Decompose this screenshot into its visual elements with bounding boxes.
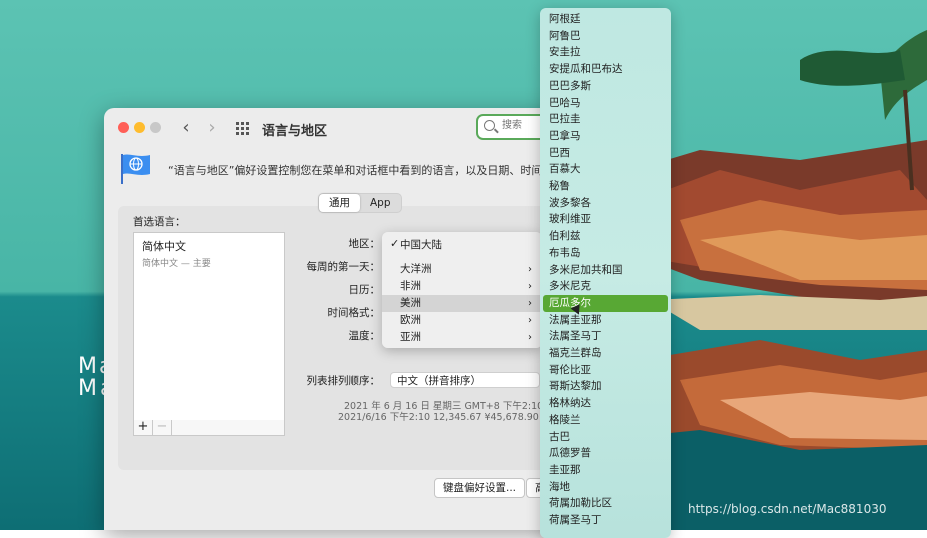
preferred-languages-label: 首选语言： — [133, 216, 186, 228]
temperature-label: 温度： — [348, 330, 381, 342]
menu-item[interactable]: 伯利兹 — [543, 228, 668, 245]
menu-item[interactable]: 荷属加勒比区 — [543, 495, 668, 512]
chevron-right-icon: › — [528, 298, 532, 309]
menu-item[interactable]: 百慕大 — [543, 161, 668, 178]
tab-bar: 通用 App — [318, 193, 402, 213]
back-chevron-icon[interactable]: ‹ — [176, 117, 196, 138]
first-day-label: 每周的第一天： — [306, 261, 381, 273]
menu-item-africa[interactable]: 非洲 › — [382, 278, 542, 295]
menu-item[interactable]: 格陵兰 — [543, 412, 668, 429]
menu-item-americas[interactable]: 美洲 › — [382, 295, 542, 312]
preferred-languages-list[interactable]: 简体中文 简体中文 — 主要 — [133, 232, 285, 422]
time-format-label: 时间格式： — [327, 307, 381, 319]
region-label: 地区： — [348, 238, 381, 250]
menu-item-oceania[interactable]: 大洋洲 › — [382, 261, 542, 278]
tab-general[interactable]: 通用 — [319, 194, 360, 212]
menu-item[interactable]: 巴拿马 — [543, 128, 668, 145]
menu-item[interactable]: 秘鲁 — [543, 178, 668, 195]
menu-item[interactable]: 海地 — [543, 479, 668, 496]
menu-item[interactable]: 古巴 — [543, 429, 668, 446]
csdn-watermark-url: https://blog.csdn.net/Mac881030 — [688, 502, 887, 516]
menu-item[interactable]: 巴西 — [543, 145, 668, 162]
show-all-grid-icon[interactable] — [236, 122, 249, 135]
minimize-button[interactable] — [134, 122, 145, 133]
menu-item[interactable]: 法属圣马丁 — [543, 328, 668, 345]
menu-item[interactable]: 阿鲁巴 — [543, 28, 668, 45]
pane-description: “语言与地区”偏好设置控制您在菜单和对话框中看到的语言，以及日期、时间和货币 — [168, 164, 564, 177]
zoom-button[interactable] — [150, 122, 161, 133]
titlebar: ‹ › 语言与地区 — [104, 108, 564, 148]
menu-item-selected[interactable]: 厄瓜多尔 — [543, 294, 668, 312]
keyboard-preferences-button[interactable]: 键盘偏好设置... — [434, 478, 526, 498]
language-name: 简体中文 — [142, 240, 186, 253]
menu-item[interactable]: 哥伦比亚 — [543, 362, 668, 379]
country-submenu: 阿根廷 阿鲁巴 安圭拉 安提瓜和巴布达 巴巴多斯 巴哈马 巴拉圭 巴拿马 巴西 … — [540, 8, 671, 538]
add-language-button[interactable]: + — [134, 420, 153, 435]
language-list-controls: + − — [133, 420, 285, 436]
chevron-right-icon: › — [528, 315, 532, 326]
language-subtitle: 简体中文 — 主要 — [142, 259, 211, 269]
window-title: 语言与地区 — [262, 124, 328, 139]
menu-item[interactable]: 圭亚那 — [543, 462, 668, 479]
menu-item[interactable]: 巴巴多斯 — [543, 78, 668, 95]
menu-item-europe[interactable]: 欧洲 › — [382, 312, 542, 329]
search-icon — [484, 120, 495, 131]
menu-item[interactable]: 瓜德罗普 — [543, 445, 668, 462]
menu-item[interactable]: 荷属圣马丁 — [543, 512, 668, 529]
date-sample-short: 2021/6/16 下午2:10 12,345.67 ¥45,678.90 — [338, 412, 539, 423]
menu-item[interactable]: 多米尼加共和国 — [543, 262, 668, 279]
menu-item[interactable]: 波多黎各 — [543, 195, 668, 212]
close-button[interactable] — [118, 122, 129, 133]
menu-item[interactable]: 法属圭亚那 — [543, 312, 668, 329]
tab-app[interactable]: App — [360, 194, 401, 212]
menu-item[interactable]: 多米尼克 — [543, 278, 668, 295]
menu-item[interactable]: 福克兰群岛 — [543, 345, 668, 362]
menu-item[interactable]: 格林纳达 — [543, 395, 668, 412]
menu-item[interactable]: 玻利维亚 — [543, 211, 668, 228]
menu-item[interactable]: 布韦岛 — [543, 245, 668, 262]
remove-language-button[interactable]: − — [153, 420, 172, 435]
region-option-selected[interactable]: 中国大陆 — [400, 237, 442, 252]
checkmark-icon: ✓ — [390, 237, 400, 250]
menu-item[interactable]: 巴拉圭 — [543, 111, 668, 128]
flag-globe-icon — [121, 154, 150, 184]
menu-item-asia[interactable]: 亚洲 › — [382, 329, 542, 346]
menu-item[interactable]: 巴哈马 — [543, 95, 668, 112]
chevron-right-icon: › — [528, 281, 532, 292]
sort-order-select[interactable]: 中文（拼音排序） — [390, 372, 540, 388]
chevron-right-icon: › — [528, 264, 532, 275]
chevron-right-icon: › — [528, 332, 532, 343]
sort-order-label: 列表排列顺序： — [306, 375, 381, 387]
list-item[interactable]: 简体中文 简体中文 — 主要 — [142, 238, 211, 269]
region-popup-menu: ✓ 中国大陆 大洋洲 › 非洲 › 美洲 › 欧洲 › 亚洲 › — [382, 232, 542, 348]
menu-item[interactable]: 安圭拉 — [543, 44, 668, 61]
menu-item[interactable]: 阿根廷 — [543, 11, 668, 28]
forward-chevron-icon[interactable]: › — [202, 117, 222, 138]
menu-item[interactable]: 安提瓜和巴布达 — [543, 61, 668, 78]
menu-item[interactable]: 哥斯达黎加 — [543, 378, 668, 395]
calendar-label: 日历： — [348, 284, 381, 296]
